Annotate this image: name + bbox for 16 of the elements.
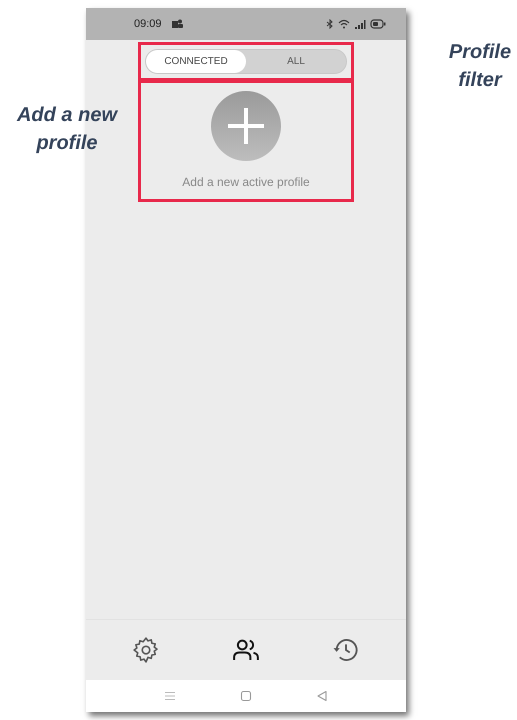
back-triangle-icon[interactable] — [316, 690, 328, 702]
bluetooth-icon — [326, 19, 334, 29]
add-profile-label: Add a new active profile — [182, 175, 310, 189]
battery-icon — [370, 19, 386, 29]
status-time: 09:09 — [134, 18, 162, 30]
settings-icon — [131, 635, 161, 665]
home-square-icon[interactable] — [240, 690, 252, 702]
menu-icon[interactable] — [164, 691, 176, 701]
filter-tab[interactable]: ALL — [246, 50, 346, 73]
plus-icon — [226, 106, 266, 146]
settings-button[interactable] — [131, 635, 161, 665]
filter-tab[interactable]: CONNECTED — [146, 50, 246, 73]
annotation-label: Add a new profile — [16, 103, 119, 156]
signal-icon — [354, 19, 366, 29]
wifi-icon — [338, 19, 350, 29]
annotation-label: Profile filter — [448, 40, 512, 93]
